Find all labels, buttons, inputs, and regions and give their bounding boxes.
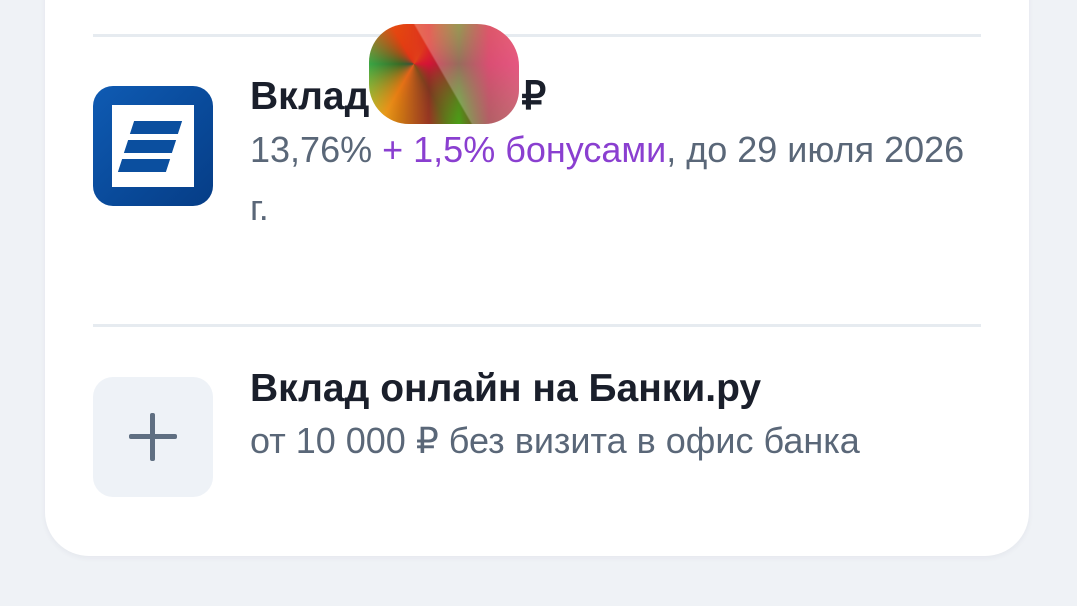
divider [93,324,981,327]
redacted-amount-mosaic [369,23,520,124]
bank-logo-icon [93,86,213,206]
deposit-currency: ₽ [521,75,547,118]
online-deposit-title: Вклад онлайн на Банки.ру [250,367,762,410]
online-deposit-subtitle: от 10 000 ₽ без визита в офис банка [250,420,860,461]
deposit-description: 13,76% + 1,5% бонусами, до 29 июля 2026 … [250,121,980,237]
deposit-rate: 13,76% [250,129,373,170]
deposit-title-prefix: Вклад [250,75,370,118]
divider [93,34,981,37]
deposits-card: Вклад ₽ 13,76% + 1,5% бонусами, до 29 июл… [45,0,1029,556]
plus-icon [93,377,213,497]
deposit-title: Вклад ₽ [250,23,547,124]
deposit-bonus: + 1,5% бонусами [382,129,667,170]
